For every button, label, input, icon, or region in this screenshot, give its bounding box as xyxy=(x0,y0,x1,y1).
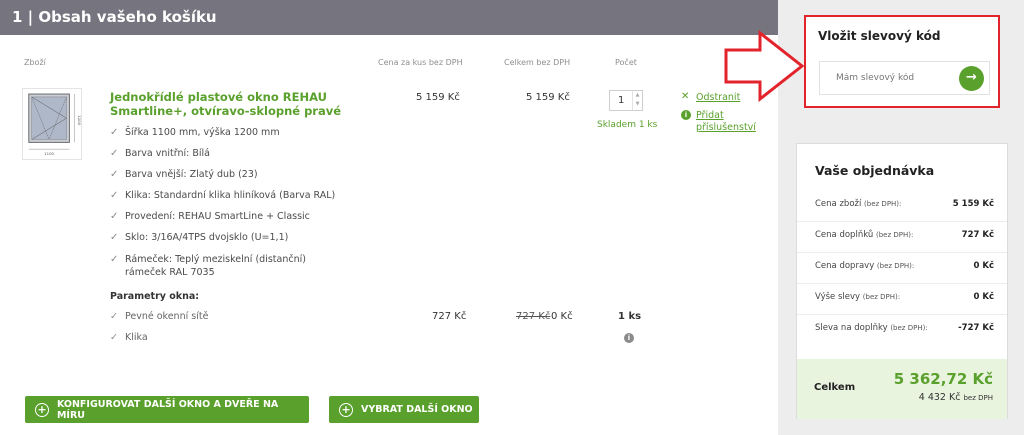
discount-title: Vložit slevový kód xyxy=(818,29,941,43)
divider xyxy=(797,283,1007,284)
quantity-value[interactable]: 1 xyxy=(618,95,624,106)
cart-header-title: 1 | Obsah vašeho košíku xyxy=(12,8,217,26)
parameter-total-price: 0 Kč xyxy=(551,311,573,322)
parameter-unit-price: 727 Kč xyxy=(432,311,467,322)
plus-circle-icon: + xyxy=(35,402,49,417)
summary-row: Výše slevy (bez DPH): 0 Kč xyxy=(815,292,995,302)
quantity-stepper[interactable]: 1 ▲ ▼ xyxy=(609,90,643,111)
product-total-price: 5 159 Kč xyxy=(526,92,570,103)
order-summary-title: Vaše objednávka xyxy=(815,163,935,178)
product-name-link[interactable]: Jednokřídlé plastové okno REHAU Smartlin… xyxy=(110,90,350,118)
total-value: 5 362,72 Kč xyxy=(893,370,993,388)
total-label: Celkem xyxy=(814,382,856,393)
product-attribute: ✓ Barva vnitřní: Bílá xyxy=(110,148,210,159)
parameter-row: ✓ Klika xyxy=(110,332,148,343)
summary-row: Cena doplňků (bez DPH): 727 Kč xyxy=(815,230,994,240)
discount-code-panel: Vložit slevový kód → xyxy=(804,15,1000,108)
thumbnail-height-label: 1200 xyxy=(77,115,81,125)
product-attribute: ✓ Klika: Standardní klika hliníková (Barv… xyxy=(110,190,336,201)
check-icon: ✓ xyxy=(110,148,119,159)
divider xyxy=(797,252,1007,253)
order-summary-panel: Vaše objednávka Cena zboží (bez DPH): 5 … xyxy=(796,143,1008,419)
configure-window-button[interactable]: + KONFIGUROVAT DALŠÍ OKNO A DVEŘE NA MÍR… xyxy=(25,396,309,423)
add-accessories-link[interactable]: Přidat příslušenství xyxy=(696,110,756,134)
product-unit-price: 5 159 Kč xyxy=(416,92,460,103)
arrow-right-icon: → xyxy=(966,70,977,85)
check-icon: ✓ xyxy=(110,211,119,222)
divider xyxy=(797,314,1007,315)
product-attribute: ✓ Barva vnější: Zlatý dub (23) xyxy=(110,169,258,180)
column-header-total-price: Celkem bez DPH xyxy=(504,58,571,67)
info-icon: i xyxy=(681,110,691,120)
check-icon: ✓ xyxy=(110,169,119,180)
product-attribute: ✓ Šířka 1100 mm, výška 1200 mm xyxy=(110,127,280,138)
plus-circle-icon: + xyxy=(339,402,353,417)
choose-window-label: VYBRAT DALŠÍ OKNO xyxy=(361,404,473,415)
product-thumbnail[interactable]: 1100 1200 xyxy=(22,88,82,160)
order-total-box: Celkem 5 362,72 Kč 4 432 Kč bez DPH xyxy=(797,359,1007,419)
summary-row: Cena zboží (bez DPH): 5 159 Kč xyxy=(815,199,994,209)
column-header-item: Zboží xyxy=(24,58,46,67)
summary-value: 0 Kč xyxy=(973,261,995,271)
check-icon: ✓ xyxy=(110,232,119,243)
window-parameters-title: Parametry okna: xyxy=(110,291,200,302)
quantity-arrows[interactable]: ▲ ▼ xyxy=(632,91,642,110)
summary-row: Sleva na doplňky (bez DPH): -727 Kč xyxy=(815,323,994,333)
close-icon[interactable]: ✕ xyxy=(681,91,689,102)
info-icon[interactable]: i xyxy=(624,333,634,343)
product-attribute: ✓ Rámeček: Teplý meziskelní (distanční) r… xyxy=(110,254,306,278)
total-without-vat: 4 432 Kč bez DPH xyxy=(918,392,993,403)
product-attribute: ✓ Provedení: REHAU SmartLine + Classic xyxy=(110,211,310,222)
divider xyxy=(797,221,1007,222)
thumbnail-width-label: 1100 xyxy=(44,151,54,156)
check-icon: ✓ xyxy=(110,127,119,138)
stock-status: Skladem 1 ks xyxy=(597,120,658,130)
chevron-down-icon[interactable]: ▼ xyxy=(633,100,642,109)
product-attribute: ✓ Sklo: 3/16A/4TPS dvojsklo (U=1,1) xyxy=(110,232,289,243)
parameter-row: ✓ Pevné okenní sítě xyxy=(110,311,209,322)
highlight-arrow-icon xyxy=(724,30,805,102)
column-header-unit-price: Cena za kus bez DPH xyxy=(378,58,463,67)
configure-window-label: KONFIGUROVAT DALŠÍ OKNO A DVEŘE NA MÍRU xyxy=(56,398,279,421)
apply-discount-button[interactable]: → xyxy=(959,66,984,91)
summary-row: Cena dopravy (bez DPH): 0 Kč xyxy=(815,261,995,271)
choose-window-button[interactable]: + VYBRAT DALŠÍ OKNO xyxy=(329,396,479,423)
check-icon: ✓ xyxy=(110,190,119,201)
column-header-quantity: Počet xyxy=(615,58,637,67)
check-icon: ✓ xyxy=(110,254,119,265)
check-icon: ✓ xyxy=(110,311,118,322)
summary-value: -727 Kč xyxy=(958,323,994,333)
check-icon: ✓ xyxy=(110,332,118,343)
summary-value: 5 159 Kč xyxy=(952,199,994,209)
summary-value: 727 Kč xyxy=(961,230,994,240)
chevron-up-icon[interactable]: ▲ xyxy=(633,91,642,100)
parameter-old-price: 727 Kč xyxy=(516,311,551,322)
summary-value: 0 Kč xyxy=(973,292,995,302)
cart-header-bar: 1 | Obsah vašeho košíku xyxy=(0,0,778,35)
parameter-quantity: 1 ks xyxy=(618,311,642,322)
